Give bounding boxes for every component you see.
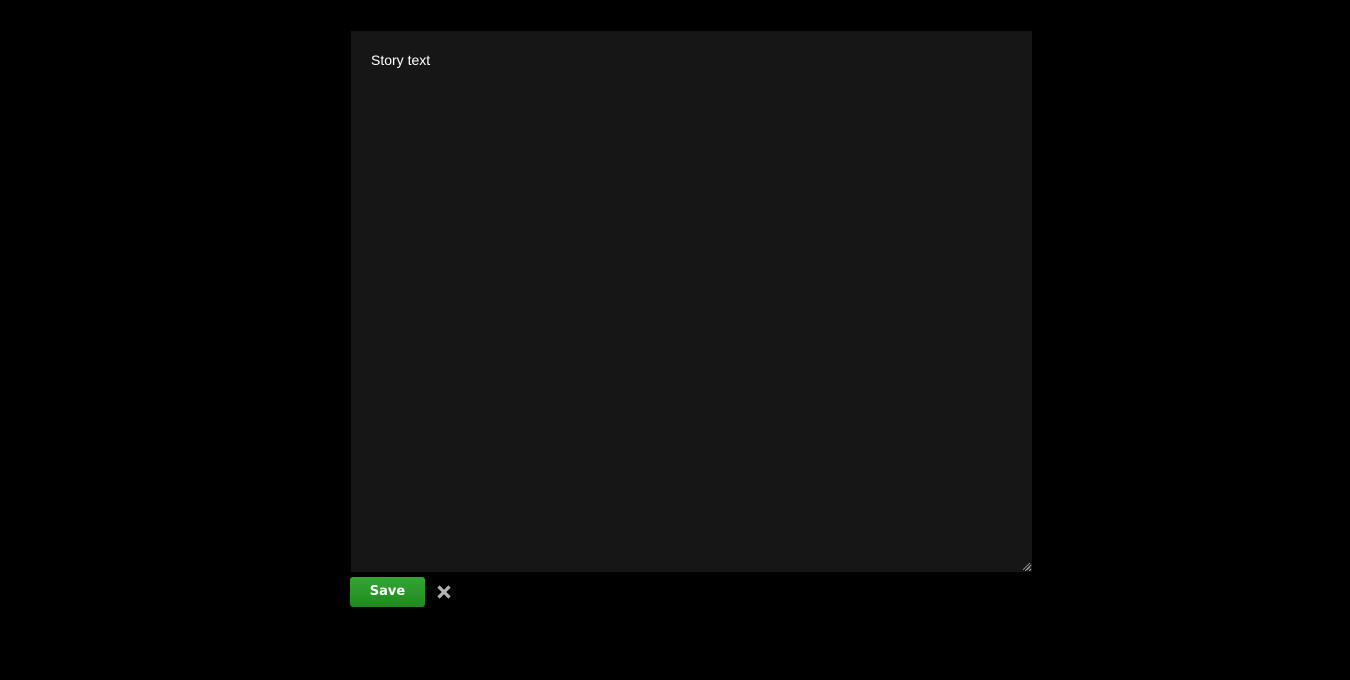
close-button[interactable] — [436, 584, 452, 600]
story-editor — [351, 31, 1032, 572]
editor-actions: Save — [350, 577, 452, 607]
save-button[interactable]: Save — [350, 577, 425, 607]
page: Save — [0, 0, 1350, 680]
story-text-input[interactable] — [351, 31, 1032, 572]
close-icon — [437, 585, 451, 599]
